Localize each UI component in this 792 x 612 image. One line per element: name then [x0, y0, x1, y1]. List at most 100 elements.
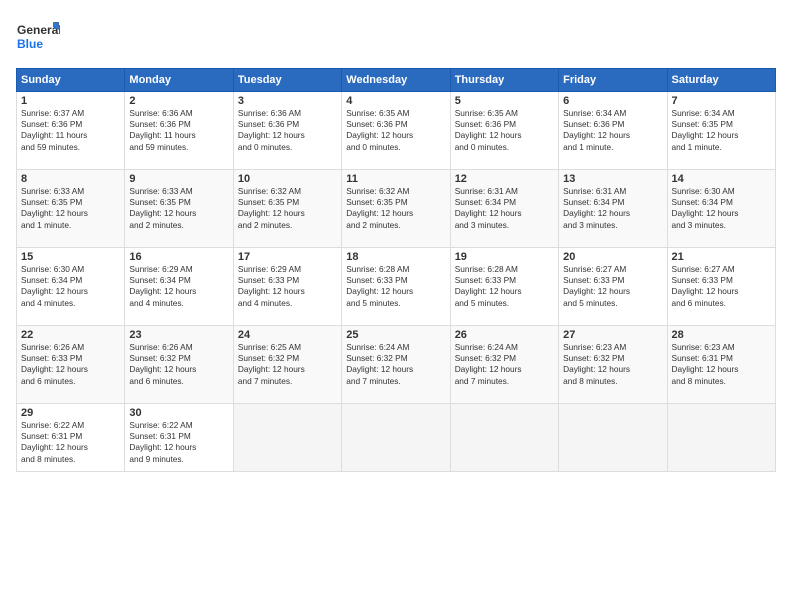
day-number: 18 [346, 251, 445, 263]
day-info: Sunrise: 6:35 AMSunset: 6:36 PMDaylight:… [346, 108, 445, 153]
day-cell-7: 7Sunrise: 6:34 AMSunset: 6:35 PMDaylight… [667, 92, 775, 170]
day-info: Sunrise: 6:34 AMSunset: 6:36 PMDaylight:… [563, 108, 662, 153]
col-header-friday: Friday [559, 69, 667, 92]
day-info: Sunrise: 6:26 AMSunset: 6:33 PMDaylight:… [21, 342, 120, 387]
day-cell-14: 14Sunrise: 6:30 AMSunset: 6:34 PMDayligh… [667, 170, 775, 248]
day-info: Sunrise: 6:30 AMSunset: 6:34 PMDaylight:… [672, 186, 771, 231]
day-cell-28: 28Sunrise: 6:23 AMSunset: 6:31 PMDayligh… [667, 326, 775, 404]
empty-cell [342, 404, 450, 472]
day-info: Sunrise: 6:23 AMSunset: 6:31 PMDaylight:… [672, 342, 771, 387]
day-info: Sunrise: 6:27 AMSunset: 6:33 PMDaylight:… [672, 264, 771, 309]
day-cell-24: 24Sunrise: 6:25 AMSunset: 6:32 PMDayligh… [233, 326, 341, 404]
day-number: 6 [563, 95, 662, 107]
empty-cell [233, 404, 341, 472]
week-row-3: 15Sunrise: 6:30 AMSunset: 6:34 PMDayligh… [17, 248, 776, 326]
day-number: 8 [21, 173, 120, 185]
day-number: 15 [21, 251, 120, 263]
day-number: 30 [129, 407, 228, 419]
day-number: 4 [346, 95, 445, 107]
day-number: 13 [563, 173, 662, 185]
day-info: Sunrise: 6:22 AMSunset: 6:31 PMDaylight:… [21, 420, 120, 465]
week-row-1: 1Sunrise: 6:37 AMSunset: 6:36 PMDaylight… [17, 92, 776, 170]
day-number: 19 [455, 251, 554, 263]
day-info: Sunrise: 6:23 AMSunset: 6:32 PMDaylight:… [563, 342, 662, 387]
day-number: 25 [346, 329, 445, 341]
day-number: 20 [563, 251, 662, 263]
day-info: Sunrise: 6:30 AMSunset: 6:34 PMDaylight:… [21, 264, 120, 309]
day-cell-10: 10Sunrise: 6:32 AMSunset: 6:35 PMDayligh… [233, 170, 341, 248]
empty-cell [667, 404, 775, 472]
day-cell-27: 27Sunrise: 6:23 AMSunset: 6:32 PMDayligh… [559, 326, 667, 404]
day-info: Sunrise: 6:32 AMSunset: 6:35 PMDaylight:… [346, 186, 445, 231]
day-cell-22: 22Sunrise: 6:26 AMSunset: 6:33 PMDayligh… [17, 326, 125, 404]
day-info: Sunrise: 6:24 AMSunset: 6:32 PMDaylight:… [455, 342, 554, 387]
day-number: 7 [672, 95, 771, 107]
day-cell-18: 18Sunrise: 6:28 AMSunset: 6:33 PMDayligh… [342, 248, 450, 326]
col-header-thursday: Thursday [450, 69, 558, 92]
day-cell-15: 15Sunrise: 6:30 AMSunset: 6:34 PMDayligh… [17, 248, 125, 326]
day-cell-25: 25Sunrise: 6:24 AMSunset: 6:32 PMDayligh… [342, 326, 450, 404]
day-number: 29 [21, 407, 120, 419]
day-number: 5 [455, 95, 554, 107]
col-header-monday: Monday [125, 69, 233, 92]
day-info: Sunrise: 6:33 AMSunset: 6:35 PMDaylight:… [21, 186, 120, 231]
day-info: Sunrise: 6:26 AMSunset: 6:32 PMDaylight:… [129, 342, 228, 387]
calendar-header-row: SundayMondayTuesdayWednesdayThursdayFrid… [17, 69, 776, 92]
day-cell-19: 19Sunrise: 6:28 AMSunset: 6:33 PMDayligh… [450, 248, 558, 326]
day-cell-1: 1Sunrise: 6:37 AMSunset: 6:36 PMDaylight… [17, 92, 125, 170]
day-cell-26: 26Sunrise: 6:24 AMSunset: 6:32 PMDayligh… [450, 326, 558, 404]
empty-cell [450, 404, 558, 472]
day-info: Sunrise: 6:28 AMSunset: 6:33 PMDaylight:… [346, 264, 445, 309]
day-number: 12 [455, 173, 554, 185]
day-cell-29: 29Sunrise: 6:22 AMSunset: 6:31 PMDayligh… [17, 404, 125, 472]
day-cell-8: 8Sunrise: 6:33 AMSunset: 6:35 PMDaylight… [17, 170, 125, 248]
calendar-table: SundayMondayTuesdayWednesdayThursdayFrid… [16, 68, 776, 472]
day-info: Sunrise: 6:28 AMSunset: 6:33 PMDaylight:… [455, 264, 554, 309]
day-number: 10 [238, 173, 337, 185]
day-cell-13: 13Sunrise: 6:31 AMSunset: 6:34 PMDayligh… [559, 170, 667, 248]
svg-text:Blue: Blue [17, 37, 43, 51]
day-cell-30: 30Sunrise: 6:22 AMSunset: 6:31 PMDayligh… [125, 404, 233, 472]
day-number: 3 [238, 95, 337, 107]
day-info: Sunrise: 6:29 AMSunset: 6:34 PMDaylight:… [129, 264, 228, 309]
day-info: Sunrise: 6:25 AMSunset: 6:32 PMDaylight:… [238, 342, 337, 387]
day-number: 1 [21, 95, 120, 107]
day-number: 9 [129, 173, 228, 185]
day-number: 11 [346, 173, 445, 185]
day-info: Sunrise: 6:29 AMSunset: 6:33 PMDaylight:… [238, 264, 337, 309]
day-info: Sunrise: 6:33 AMSunset: 6:35 PMDaylight:… [129, 186, 228, 231]
day-number: 24 [238, 329, 337, 341]
day-number: 2 [129, 95, 228, 107]
logo: General Blue [16, 16, 60, 60]
day-info: Sunrise: 6:36 AMSunset: 6:36 PMDaylight:… [238, 108, 337, 153]
day-info: Sunrise: 6:32 AMSunset: 6:35 PMDaylight:… [238, 186, 337, 231]
col-header-sunday: Sunday [17, 69, 125, 92]
day-cell-3: 3Sunrise: 6:36 AMSunset: 6:36 PMDaylight… [233, 92, 341, 170]
day-cell-11: 11Sunrise: 6:32 AMSunset: 6:35 PMDayligh… [342, 170, 450, 248]
day-cell-4: 4Sunrise: 6:35 AMSunset: 6:36 PMDaylight… [342, 92, 450, 170]
col-header-wednesday: Wednesday [342, 69, 450, 92]
day-info: Sunrise: 6:24 AMSunset: 6:32 PMDaylight:… [346, 342, 445, 387]
empty-cell [559, 404, 667, 472]
day-cell-20: 20Sunrise: 6:27 AMSunset: 6:33 PMDayligh… [559, 248, 667, 326]
calendar-page: General Blue SundayMondayTuesdayWednesda… [0, 0, 792, 612]
day-cell-9: 9Sunrise: 6:33 AMSunset: 6:35 PMDaylight… [125, 170, 233, 248]
day-number: 16 [129, 251, 228, 263]
day-number: 28 [672, 329, 771, 341]
day-info: Sunrise: 6:35 AMSunset: 6:36 PMDaylight:… [455, 108, 554, 153]
day-cell-6: 6Sunrise: 6:34 AMSunset: 6:36 PMDaylight… [559, 92, 667, 170]
week-row-5: 29Sunrise: 6:22 AMSunset: 6:31 PMDayligh… [17, 404, 776, 472]
week-row-4: 22Sunrise: 6:26 AMSunset: 6:33 PMDayligh… [17, 326, 776, 404]
col-header-tuesday: Tuesday [233, 69, 341, 92]
day-info: Sunrise: 6:31 AMSunset: 6:34 PMDaylight:… [563, 186, 662, 231]
day-info: Sunrise: 6:37 AMSunset: 6:36 PMDaylight:… [21, 108, 120, 153]
day-cell-21: 21Sunrise: 6:27 AMSunset: 6:33 PMDayligh… [667, 248, 775, 326]
day-number: 21 [672, 251, 771, 263]
header: General Blue [16, 16, 776, 60]
day-info: Sunrise: 6:31 AMSunset: 6:34 PMDaylight:… [455, 186, 554, 231]
col-header-saturday: Saturday [667, 69, 775, 92]
day-cell-2: 2Sunrise: 6:36 AMSunset: 6:36 PMDaylight… [125, 92, 233, 170]
day-cell-5: 5Sunrise: 6:35 AMSunset: 6:36 PMDaylight… [450, 92, 558, 170]
day-number: 26 [455, 329, 554, 341]
day-info: Sunrise: 6:34 AMSunset: 6:35 PMDaylight:… [672, 108, 771, 153]
